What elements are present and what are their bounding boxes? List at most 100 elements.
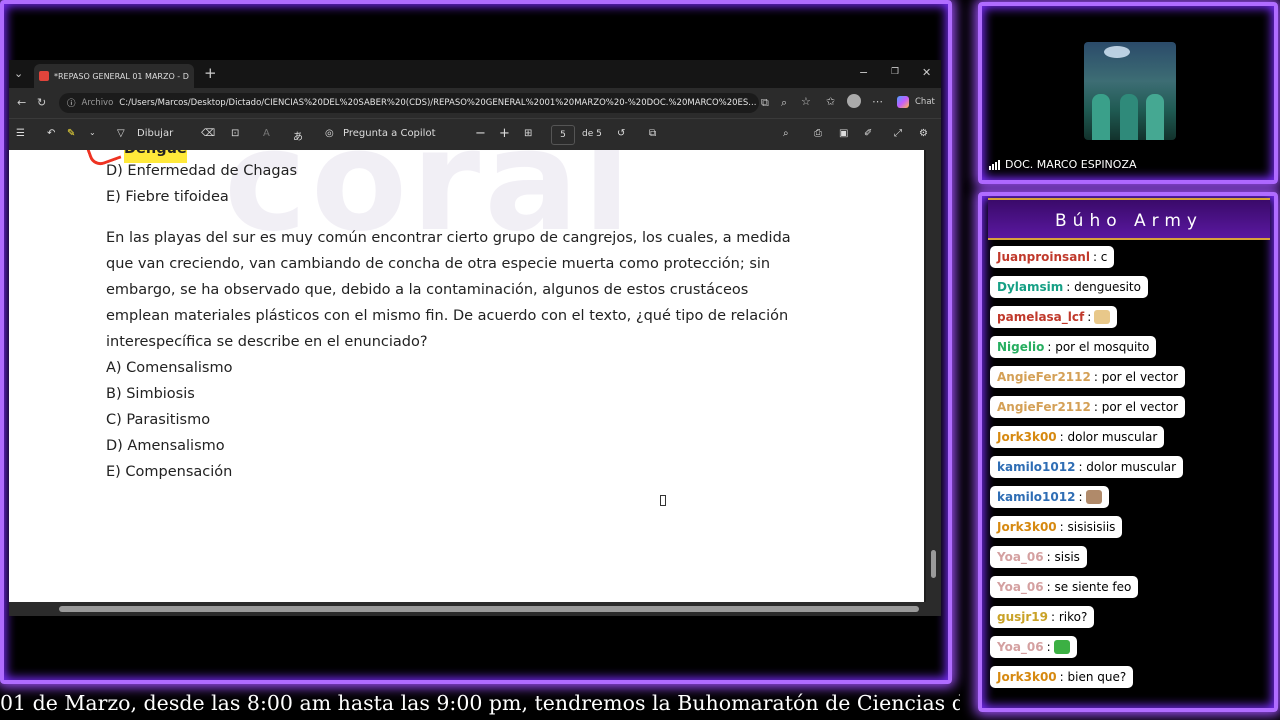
chat-text: :	[1046, 640, 1051, 654]
chat-message: Dylamsim: denguesito	[990, 276, 1148, 298]
highlight-icon[interactable]: ✎	[67, 128, 75, 139]
copilot-icon[interactable]	[897, 96, 909, 108]
tab-list-icon[interactable]: ⌄	[14, 67, 23, 80]
draw-button[interactable]: Dibujar	[137, 128, 173, 139]
chat-username[interactable]: gusjr19	[997, 610, 1048, 624]
chat-text: :	[1078, 490, 1083, 504]
chat-username[interactable]: Dylamsim	[997, 280, 1063, 294]
chat-username[interactable]: Yoa_06	[997, 550, 1044, 564]
chat-username[interactable]: Jork3k00	[997, 430, 1057, 444]
save-icon[interactable]: ▣	[839, 128, 848, 139]
vertical-scrollbar[interactable]	[926, 150, 941, 602]
option-b: B) Simbiosis	[106, 386, 195, 402]
chat-text: : por el vector	[1093, 400, 1179, 414]
restore-button[interactable]: ❐	[891, 67, 899, 77]
chat-username[interactable]: AngieFer2112	[997, 400, 1091, 414]
save-as-icon[interactable]: ✐	[864, 128, 872, 139]
chat-text: : por el vector	[1093, 370, 1179, 384]
text-icon[interactable]: ⊡	[231, 128, 239, 139]
page-view-icon[interactable]: ⧉	[649, 128, 656, 139]
chevron-down-icon[interactable]: ⌄	[89, 128, 96, 137]
chat-username[interactable]: Jork3k00	[997, 670, 1057, 684]
chat-username[interactable]: Yoa_06	[997, 640, 1044, 654]
pdf-toolbar: ☰ ↶ ✎ ⌄ ▽ Dibujar ⌫ ⊡ A あ ◎ Pregunta a C…	[9, 118, 941, 150]
favorites-icon[interactable]: ✩	[826, 95, 835, 108]
close-window-button[interactable]: ✕	[922, 66, 931, 79]
previous-option-e: E) Fiebre tifoidea	[106, 189, 229, 205]
pdf-icon	[39, 71, 49, 81]
translate-icon[interactable]: あ	[293, 128, 303, 143]
question-line: En las playas del sur es muy común encon…	[106, 230, 791, 246]
new-tab-button[interactable]: +	[204, 64, 217, 82]
chat-text: : sisis	[1046, 550, 1080, 564]
chat-text: : riko?	[1051, 610, 1088, 624]
chat-message: Yoa_06: se siente feo	[990, 576, 1139, 598]
news-ticker: 01 de Marzo, desde las 8:00 am hasta las…	[0, 691, 960, 715]
chat-message: Jork3k00: bien que?	[990, 666, 1134, 688]
horizontal-scrollbar[interactable]	[9, 602, 941, 616]
chat-title: Búho Army	[988, 198, 1270, 240]
chat-username[interactable]: kamilo1012	[997, 460, 1075, 474]
chat-text: :	[1087, 310, 1092, 324]
vertical-scroll-thumb[interactable]	[931, 550, 936, 578]
address-bar[interactable]: ⓘ Archivo C:/Users/Marcos/Desktop/Dictad…	[59, 93, 759, 113]
zoom-in-button[interactable]: +	[499, 126, 510, 141]
tab-bar: ⌄ *REPASO GENERAL 01 MARZO - D ✕ + − ❐ ✕	[9, 60, 941, 88]
fit-page-icon[interactable]: ⊞	[524, 128, 532, 139]
chat-message: kamilo1012: dolor muscular	[990, 456, 1184, 478]
print-icon[interactable]: ⎙	[814, 128, 822, 139]
text-format-icon[interactable]: A	[263, 128, 270, 139]
rotate-icon[interactable]: ↺	[617, 128, 625, 139]
chat-username[interactable]: Jork3k00	[997, 520, 1057, 534]
chat-text: : se siente feo	[1046, 580, 1132, 594]
chat-username[interactable]: AngieFer2112	[997, 370, 1091, 384]
search-icon[interactable]: ⌕	[783, 128, 789, 139]
chat-text: : sisisisiis	[1059, 520, 1116, 534]
address-bar-row: ← ↻ ⓘ Archivo C:/Users/Marcos/Desktop/Di…	[9, 88, 941, 118]
person-figure	[1146, 94, 1164, 140]
chat-username[interactable]: Nigelio	[997, 340, 1044, 354]
undo-icon[interactable]: ↶	[47, 128, 55, 139]
option-a: A) Comensalismo	[106, 360, 233, 376]
emote-icon	[1085, 490, 1102, 504]
question-line: emplean materiales plásticos con el mism…	[106, 308, 789, 324]
read-aloud-icon[interactable]: ⧉	[761, 96, 769, 110]
page-total: de 5	[582, 129, 602, 139]
chat-message: Jork3k00: sisisisiis	[990, 516, 1123, 538]
fullscreen-icon[interactable]: ⤢	[894, 128, 902, 139]
emote-icon	[1094, 310, 1111, 324]
minimize-button[interactable]: −	[859, 66, 868, 79]
refresh-icon[interactable]: ↻	[37, 96, 46, 109]
chat-username[interactable]: Yoa_06	[997, 580, 1044, 594]
contents-icon[interactable]: ☰	[16, 128, 25, 139]
eraser-icon[interactable]: ⌫	[201, 128, 215, 139]
text-cursor-icon	[660, 495, 666, 506]
favorite-icon[interactable]: ☆	[801, 95, 811, 108]
back-icon[interactable]: ←	[17, 96, 26, 109]
zoom-out-button[interactable]: −	[475, 126, 486, 141]
chat-text: : dolor muscular	[1059, 430, 1158, 444]
presenter-name: DOC. MARCO ESPINOZA	[1005, 158, 1137, 171]
pdf-page: coral Dengue D) Enfermedad de Chagas E) …	[9, 150, 924, 602]
tab-active[interactable]: *REPASO GENERAL 01 MARZO - D ✕	[34, 64, 194, 88]
previous-option-d: D) Enfermedad de Chagas	[106, 163, 298, 179]
chat-text: : denguesito	[1066, 280, 1141, 294]
option-d: D) Amensalismo	[106, 438, 225, 454]
chat-username[interactable]: pamelasa_lcf	[997, 310, 1084, 324]
chat-message: AngieFer2112: por el vector	[990, 366, 1186, 388]
more-icon[interactable]: ⋯	[872, 95, 883, 108]
chat-username[interactable]: kamilo1012	[997, 490, 1075, 504]
profile-avatar[interactable]	[847, 94, 861, 108]
question-line: que van creciendo, van cambiando de conc…	[106, 256, 771, 272]
zoom-icon[interactable]: ⌕	[781, 96, 787, 110]
person-figure	[1120, 94, 1138, 140]
ask-copilot-button[interactable]: Pregunta a Copilot	[343, 128, 436, 139]
chat-text: : c	[1092, 250, 1108, 264]
chat-button[interactable]: Chat	[915, 97, 935, 107]
settings-icon[interactable]: ⚙	[919, 128, 928, 139]
horizontal-scroll-thumb[interactable]	[59, 606, 919, 612]
chat-message: Jork3k00: dolor muscular	[990, 426, 1165, 448]
chat-message: kamilo1012:	[990, 486, 1109, 508]
chat-username[interactable]: Juanproinsanl	[997, 250, 1090, 264]
page-number-input[interactable]: 5	[551, 125, 575, 145]
